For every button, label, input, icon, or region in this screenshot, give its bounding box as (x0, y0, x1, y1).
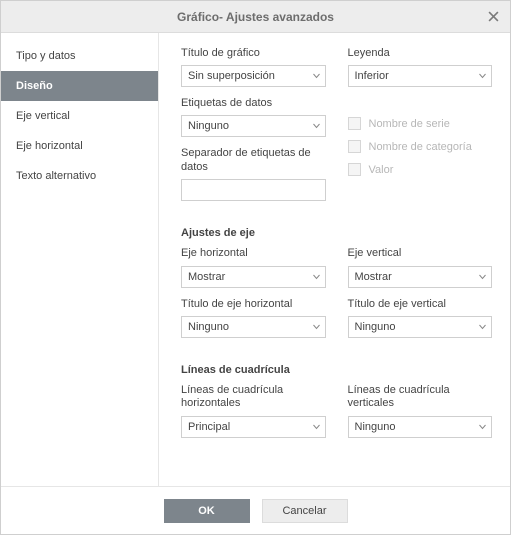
chevron-down-icon (479, 274, 486, 279)
horizontal-axis-title-select[interactable]: Ninguno (181, 316, 326, 338)
sidebar-item-vertical-axis[interactable]: Eje vertical (1, 101, 158, 131)
chart-title-label: Título de gráfico (181, 47, 326, 60)
ok-button[interactable]: OK (164, 499, 250, 523)
data-labels-value: Ninguno (188, 120, 229, 132)
gridlines-title: Líneas de cuadrícula (181, 364, 492, 376)
footer: OK Cancelar (1, 486, 510, 534)
check-value: Valor (348, 163, 493, 176)
checkbox-icon (348, 117, 361, 130)
check-series-name-label: Nombre de serie (369, 118, 450, 130)
axis-settings-title: Ajustes de eje (181, 227, 492, 239)
horizontal-axis-title-value: Ninguno (188, 321, 229, 333)
horizontal-gridlines-label: Líneas de cuadrícula horizontales (181, 384, 326, 411)
dialog-body: Tipo y datos Diseño Eje vertical Eje hor… (1, 33, 510, 486)
checkbox-icon (348, 140, 361, 153)
sidebar-item-alt-text[interactable]: Texto alternativo (1, 161, 158, 191)
titlebar: Gráfico- Ajustes avanzados (1, 1, 510, 33)
legend-value: Inferior (355, 70, 389, 82)
sidebar-item-type-and-data[interactable]: Tipo y datos (1, 41, 158, 71)
chevron-down-icon (313, 274, 320, 279)
vertical-axis-label: Eje vertical (348, 247, 493, 260)
chevron-down-icon (313, 324, 320, 329)
check-value-label: Valor (369, 164, 394, 176)
data-labels-select[interactable]: Ninguno (181, 115, 326, 137)
horizontal-axis-select[interactable]: Mostrar (181, 266, 326, 288)
chevron-down-icon (313, 124, 320, 129)
chevron-down-icon (313, 424, 320, 429)
horizontal-gridlines-value: Principal (188, 421, 230, 433)
horizontal-gridlines-select[interactable]: Principal (181, 416, 326, 438)
vertical-gridlines-label: Líneas de cuadrícula verticales (348, 384, 493, 411)
vertical-gridlines-select[interactable]: Ninguno (348, 416, 493, 438)
dialog-title: Gráfico- Ajustes avanzados (177, 10, 334, 24)
vertical-axis-title-select[interactable]: Ninguno (348, 316, 493, 338)
vertical-axis-title-value: Ninguno (355, 321, 396, 333)
close-button[interactable] (484, 7, 502, 25)
data-labels-label: Etiquetas de datos (181, 97, 326, 110)
sidebar-item-layout[interactable]: Diseño (1, 71, 158, 101)
cancel-button[interactable]: Cancelar (262, 499, 348, 523)
data-labels-separator-input[interactable] (181, 179, 326, 201)
check-series-name: Nombre de serie (348, 117, 493, 130)
chart-title-select[interactable]: Sin superposición (181, 65, 326, 87)
chevron-down-icon (479, 424, 486, 429)
vertical-gridlines-value: Ninguno (355, 421, 396, 433)
data-labels-separator-label: Separador de etiquetas de datos (181, 147, 326, 174)
chevron-down-icon (313, 74, 320, 79)
horizontal-axis-label: Eje horizontal (181, 247, 326, 260)
chevron-down-icon (479, 324, 486, 329)
sidebar: Tipo y datos Diseño Eje vertical Eje hor… (1, 33, 159, 486)
dialog-chart-advanced-settings: Gráfico- Ajustes avanzados Tipo y datos … (0, 0, 511, 535)
horizontal-axis-value: Mostrar (188, 271, 225, 283)
legend-select[interactable]: Inferior (348, 65, 493, 87)
sidebar-item-horizontal-axis[interactable]: Eje horizontal (1, 131, 158, 161)
content-panel: Título de gráfico Sin superposición Leye… (159, 33, 510, 486)
check-category-name: Nombre de categoría (348, 140, 493, 153)
vertical-axis-title-label: Título de eje vertical (348, 298, 493, 311)
checkbox-icon (348, 163, 361, 176)
close-icon (488, 11, 499, 22)
chart-title-value: Sin superposición (188, 70, 275, 82)
vertical-axis-value: Mostrar (355, 271, 392, 283)
horizontal-axis-title-label: Título de eje horizontal (181, 298, 326, 311)
vertical-axis-select[interactable]: Mostrar (348, 266, 493, 288)
legend-label: Leyenda (348, 47, 493, 60)
chevron-down-icon (479, 74, 486, 79)
check-category-name-label: Nombre de categoría (369, 141, 472, 153)
